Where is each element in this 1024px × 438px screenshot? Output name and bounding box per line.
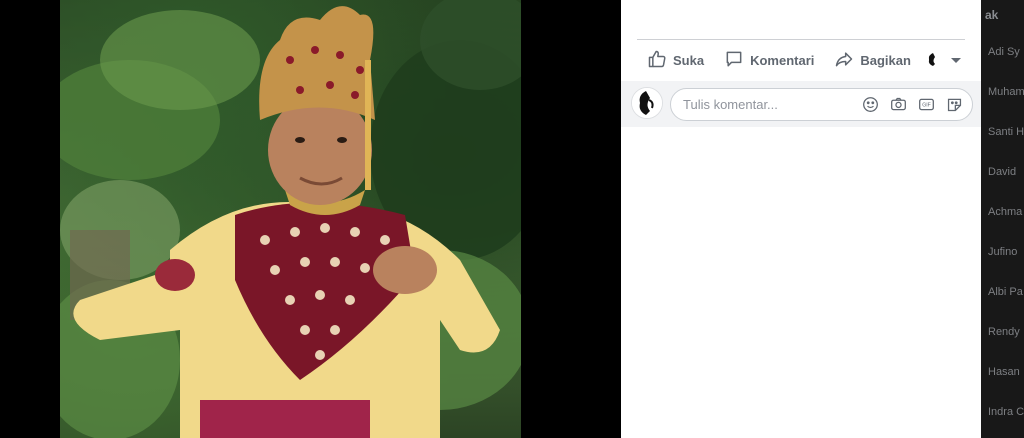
share-arrow-icon bbox=[834, 49, 854, 72]
comment-label: Komentari bbox=[750, 52, 815, 68]
contacts-sidebar: ak Adi Sy Muham Santi H David Achma Jufi… bbox=[981, 0, 1024, 438]
smiley-icon[interactable] bbox=[861, 96, 879, 114]
contact-item[interactable]: Hasan bbox=[988, 366, 1020, 378]
sidebar-heading: ak bbox=[985, 8, 999, 22]
camera-icon[interactable] bbox=[889, 96, 907, 114]
contact-item[interactable]: Indra C bbox=[988, 406, 1024, 418]
contact-item[interactable]: Jufino bbox=[988, 246, 1017, 258]
contact-item[interactable]: Muham bbox=[988, 86, 1024, 98]
svg-text:GIF: GIF bbox=[922, 103, 931, 109]
comment-input-wrapper: GIF bbox=[670, 88, 973, 121]
avatar[interactable] bbox=[631, 87, 663, 119]
post-photo[interactable] bbox=[60, 0, 521, 438]
photo-viewer bbox=[0, 0, 621, 438]
chevron-down-icon bbox=[950, 57, 961, 63]
contact-item[interactable]: Rendy bbox=[988, 326, 1020, 338]
thumbs-up-icon bbox=[647, 49, 667, 72]
post-actions-bar: Suka Komentari Bagikan bbox=[637, 44, 965, 76]
sticker-icon[interactable] bbox=[945, 96, 963, 114]
contact-item[interactable]: Albi Pa bbox=[988, 286, 1023, 298]
divider bbox=[637, 39, 965, 40]
share-label: Bagikan bbox=[860, 52, 911, 68]
comment-composer: GIF bbox=[621, 81, 981, 127]
contact-item[interactable]: Santi H bbox=[988, 126, 1024, 138]
post-side-panel: Suka Komentari Bagikan Tulis komentar...… bbox=[621, 0, 981, 438]
comment-input[interactable] bbox=[671, 96, 861, 113]
like-button[interactable]: Suka bbox=[637, 45, 714, 75]
contact-item[interactable]: Achma bbox=[988, 206, 1022, 218]
share-button[interactable]: Bagikan bbox=[824, 45, 921, 75]
contact-item[interactable]: David bbox=[988, 166, 1016, 178]
contact-item[interactable]: Adi Sy bbox=[988, 46, 1020, 58]
comment-tools: GIF bbox=[861, 96, 975, 114]
comment-button[interactable]: Komentari bbox=[714, 45, 824, 75]
avatar bbox=[924, 52, 941, 68]
audience-selector[interactable] bbox=[924, 52, 961, 68]
photo-illustration bbox=[60, 0, 521, 438]
gif-icon[interactable]: GIF bbox=[917, 96, 935, 114]
speech-bubble-icon bbox=[724, 49, 744, 72]
like-label: Suka bbox=[673, 52, 705, 68]
